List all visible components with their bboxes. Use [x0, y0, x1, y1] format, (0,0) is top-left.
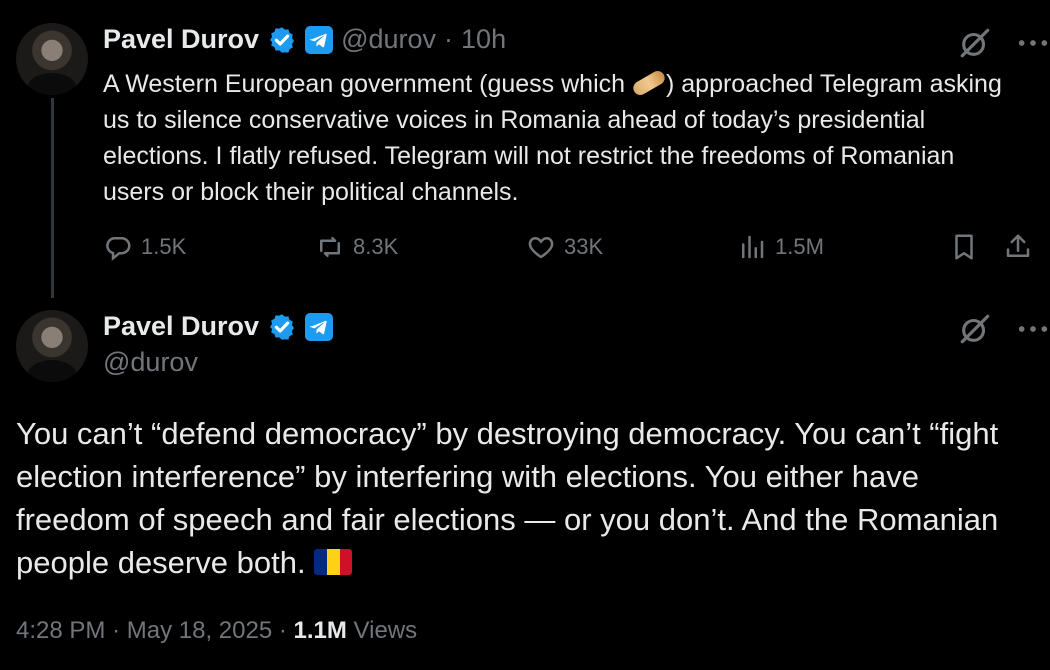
author-name[interactable]: Pavel Durov — [103, 311, 259, 342]
romania-flag-icon — [314, 549, 353, 575]
tweet2-text: You can’t “defend democracy” by destroyi… — [16, 412, 1036, 584]
post-date[interactable]: May 18, 2025 — [127, 617, 272, 644]
verified-badge-icon[interactable] — [267, 312, 297, 342]
like-button[interactable]: 33K — [526, 232, 603, 262]
telegram-icon — [305, 312, 334, 341]
bookmark-icon — [955, 234, 973, 260]
separator-dot: · — [278, 617, 287, 644]
baguette-emoji-icon — [630, 68, 668, 98]
telegram-icon — [305, 25, 334, 54]
bookmark-button[interactable] — [949, 232, 979, 262]
separator-dot: · — [112, 617, 121, 644]
repost-icon — [320, 237, 340, 257]
repost-count: 8.3K — [353, 234, 399, 259]
author-handle[interactable]: @durov — [341, 24, 436, 55]
views-count: 1.1M — [293, 617, 347, 644]
grok-icon[interactable] — [958, 26, 992, 60]
separator-dot: · — [444, 24, 454, 54]
more-icon[interactable] — [1016, 320, 1050, 338]
tweet2-header: Pavel Durov — [103, 311, 334, 342]
tweet2-top-actions — [958, 312, 1050, 346]
engagement-bar: 1.5K 8.3K 33K 1.5M — [103, 232, 1033, 270]
grok-icon[interactable] — [958, 312, 992, 346]
share-button[interactable] — [1003, 232, 1033, 262]
views-count: 1.5M — [775, 234, 824, 259]
more-icon[interactable] — [1016, 34, 1050, 52]
avatar[interactable] — [16, 310, 88, 382]
tweet2-meta: 4:28 PM · May 18, 2025 · 1.1M Views — [16, 617, 417, 645]
tweet1-top-actions — [958, 26, 1050, 60]
reply-button[interactable]: 1.5K — [103, 232, 186, 262]
reply-count: 1.5K — [141, 234, 187, 259]
post-time[interactable]: 10h — [461, 24, 506, 55]
tweet1-text-before: A Western European government (guess whi… — [103, 70, 632, 98]
reply-icon — [106, 237, 131, 261]
heart-icon — [528, 236, 554, 259]
verified-badge-icon[interactable] — [267, 25, 297, 55]
like-count: 33K — [564, 234, 604, 259]
repost-button[interactable]: 8.3K — [315, 232, 398, 262]
tweet1-text: A Western European government (guess whi… — [103, 66, 1013, 210]
views-icon — [742, 235, 764, 259]
views-button[interactable]: 1.5M — [737, 232, 824, 262]
thread-connector-line — [51, 98, 54, 298]
tweet1-header: Pavel Durov @durov · 10h — [103, 24, 506, 55]
author-handle[interactable]: @durov — [103, 347, 198, 378]
avatar[interactable] — [16, 23, 88, 95]
views-label: Views — [353, 617, 418, 644]
author-name[interactable]: Pavel Durov — [103, 24, 259, 55]
share-icon — [1006, 234, 1030, 257]
post-time[interactable]: 4:28 PM — [16, 617, 105, 644]
tweet2-text-content: You can’t “defend democracy” by destroyi… — [16, 416, 999, 580]
